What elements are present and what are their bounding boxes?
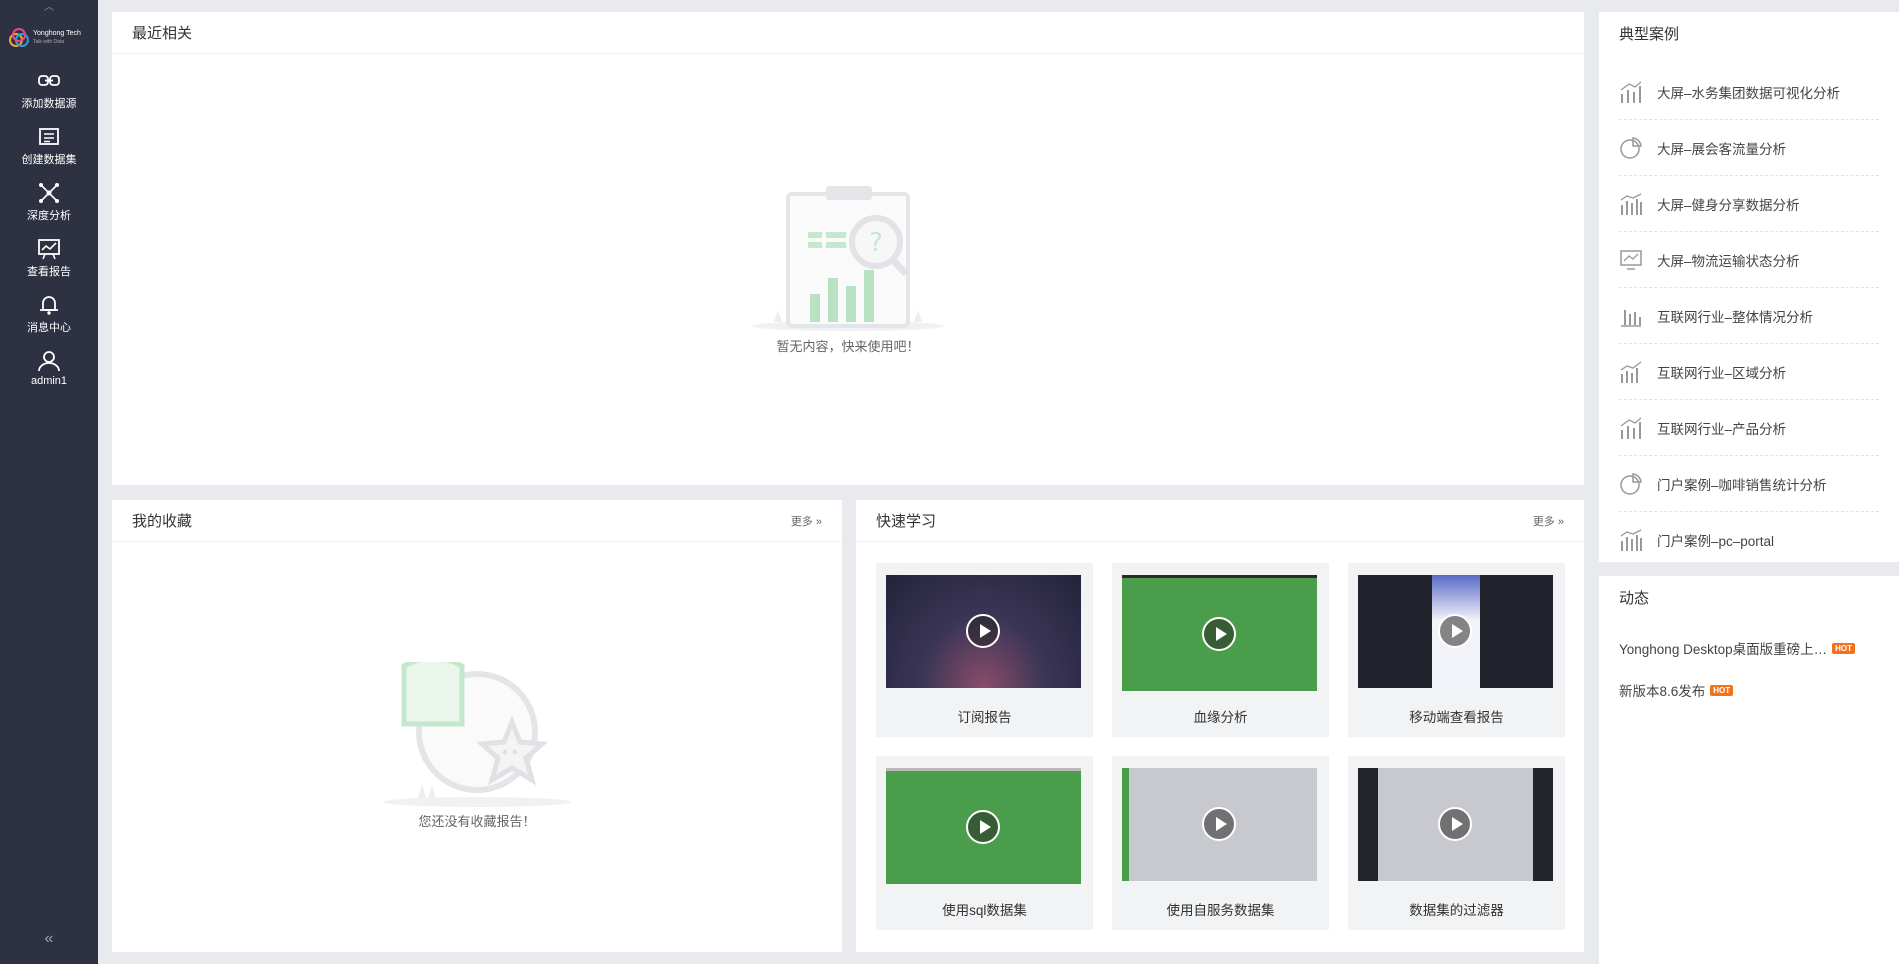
- video-thumbnail: [1358, 575, 1553, 688]
- video-thumbnail: [1358, 768, 1553, 881]
- pie-icon: [1620, 472, 1642, 495]
- bar-line-icon: [1620, 360, 1642, 383]
- play-icon[interactable]: [966, 810, 1000, 844]
- case-item[interactable]: 门户案例–咖啡销售统计分析: [1619, 456, 1879, 512]
- user-icon: [38, 351, 60, 372]
- bar-trend-icon: [1620, 417, 1642, 439]
- video-card[interactable]: 数据集的过滤器: [1348, 756, 1565, 930]
- report-icon: [38, 239, 60, 260]
- empty-pie-star-icon: * *: [383, 662, 571, 807]
- bell-icon: [40, 296, 58, 315]
- favorites-empty-state: * * 您还没有收藏报告！: [382, 662, 572, 830]
- dataset-icon: [39, 128, 59, 145]
- video-label: 移动端查看报告: [1409, 710, 1504, 725]
- video-card[interactable]: 血缘分析: [1112, 563, 1329, 737]
- news-label: Yonghong Desktop桌面版重磅上…: [1619, 642, 1828, 657]
- hot-badge: HOT: [1710, 684, 1734, 696]
- case-item[interactable]: 互联网行业–区域分析: [1619, 344, 1879, 400]
- video-label: 数据集的过滤器: [1409, 903, 1504, 918]
- news-label: 新版本8.6发布: [1619, 684, 1706, 699]
- svg-text:* *: * *: [502, 747, 518, 761]
- case-item[interactable]: 大屏–展会客流量分析: [1619, 120, 1879, 176]
- news-title: 动态: [1619, 589, 1650, 607]
- hot-badge: HOT: [1832, 642, 1855, 654]
- video-label: 订阅报告: [957, 710, 1012, 725]
- case-item[interactable]: 大屏–物流运输状态分析: [1619, 232, 1879, 288]
- video-card[interactable]: 使用sql数据集: [876, 756, 1093, 930]
- recent-panel: 最近相关 ? 暂无内容，快来使用吧！: [112, 12, 1584, 485]
- logo-mark-icon: [9, 28, 29, 47]
- video-card[interactable]: 移动端查看报告: [1348, 563, 1565, 737]
- video-card[interactable]: 订阅报告: [876, 563, 1093, 737]
- news-item[interactable]: 新版本8.6发布 HOT: [1619, 680, 1734, 700]
- learning-panel: 快速学习 更多 » 订阅报告 血缘分析 移动端查看报告 使用sql数据集 使用自…: [856, 500, 1584, 952]
- favorites-empty-text: 您还没有收藏报告！: [418, 814, 536, 829]
- bar-line-icon: [1620, 529, 1642, 551]
- nav-label: 消息中心: [27, 322, 71, 334]
- pie-icon: [1620, 136, 1642, 159]
- link-icon: [38, 75, 60, 86]
- learning-more-link[interactable]: 更多 »: [1533, 513, 1564, 529]
- news-panel: 动态 Yonghong Desktop桌面版重磅上… HOT 新版本8.6发布 …: [1599, 576, 1899, 964]
- play-icon[interactable]: [1438, 807, 1472, 841]
- bar-icon: [1621, 309, 1641, 327]
- play-icon[interactable]: [1202, 807, 1236, 841]
- collapse-up-icon[interactable]: ︿: [0, 0, 98, 13]
- logo[interactable]: Yonghong Tech Talk with Data: [8, 20, 92, 56]
- play-icon[interactable]: [1438, 614, 1472, 648]
- play-icon[interactable]: [966, 614, 1000, 648]
- play-icon[interactable]: [1202, 617, 1236, 651]
- empty-clipboard-icon: ?: [752, 186, 944, 331]
- svg-text:?: ?: [869, 228, 883, 258]
- case-item[interactable]: 互联网行业–产品分析: [1619, 400, 1879, 456]
- analysis-icon: [39, 183, 59, 203]
- favorites-title: 我的收藏: [132, 513, 193, 530]
- cases-list: 大屏–水务集团数据可视化分析 大屏–展会客流量分析 大屏–健身分享数据分析 大屏…: [1619, 64, 1879, 568]
- bar-trend-icon: [1620, 81, 1642, 103]
- case-item[interactable]: 门户案例–pc–portal: [1619, 512, 1879, 568]
- recent-title: 最近相关: [132, 25, 193, 42]
- logo-tagline: Talk with Data: [33, 39, 65, 45]
- nav-deep-analysis[interactable]: 深度分析: [0, 182, 98, 232]
- nav-view-report[interactable]: 查看报告: [0, 238, 98, 288]
- news-item[interactable]: Yonghong Desktop桌面版重磅上… HOT: [1619, 638, 1855, 658]
- case-item[interactable]: 互联网行业–整体情况分析: [1619, 288, 1879, 344]
- nav-label: 添加数据源: [21, 98, 77, 110]
- favorites-more-link[interactable]: 更多 »: [791, 513, 822, 529]
- cases-panel: 典型案例 大屏–水务集团数据可视化分析 大屏–展会客流量分析 大屏–健身分享数据…: [1599, 12, 1899, 562]
- nav-add-datasource[interactable]: 添加数据源: [0, 70, 98, 120]
- recent-empty-state: ? 暂无内容，快来使用吧！: [748, 182, 948, 355]
- monitor-chart-icon: [1620, 249, 1642, 270]
- case-item[interactable]: 大屏–健身分享数据分析: [1619, 176, 1879, 232]
- collapse-sidebar-icon[interactable]: «: [0, 930, 98, 950]
- nav-label: 深度分析: [27, 210, 71, 222]
- case-item[interactable]: 大屏–水务集团数据可视化分析: [1619, 64, 1879, 120]
- nav-create-dataset[interactable]: 创建数据集: [0, 126, 98, 176]
- nav-label: 查看报告: [27, 266, 71, 278]
- nav-label: admin1: [30, 375, 68, 387]
- cases-title: 典型案例: [1619, 25, 1680, 43]
- video-card[interactable]: 使用自服务数据集: [1112, 756, 1329, 930]
- recent-empty-text: 暂无内容，快来使用吧！: [776, 339, 920, 354]
- logo-name: Yonghong Tech: [33, 30, 81, 37]
- video-thumbnail: [1122, 575, 1317, 691]
- video-thumbnail: [886, 768, 1081, 884]
- bar-line-icon: [1620, 192, 1642, 215]
- nav-user[interactable]: admin1: [0, 350, 98, 400]
- video-thumbnail: [886, 575, 1081, 688]
- video-label: 使用sql数据集: [942, 903, 1027, 918]
- video-label: 使用自服务数据集: [1166, 903, 1275, 918]
- video-thumbnail: [1122, 768, 1317, 881]
- video-label: 血缘分析: [1193, 710, 1248, 725]
- sidebar: ︿ Yonghong Tech Talk with Data 添加数据源 创建数…: [0, 0, 98, 964]
- favorites-panel: 我的收藏 更多 » * * 您还没有收藏报告！: [112, 500, 842, 952]
- nav-message-center[interactable]: 消息中心: [0, 294, 98, 344]
- nav-label: 创建数据集: [21, 154, 77, 166]
- learning-title: 快速学习: [876, 513, 937, 530]
